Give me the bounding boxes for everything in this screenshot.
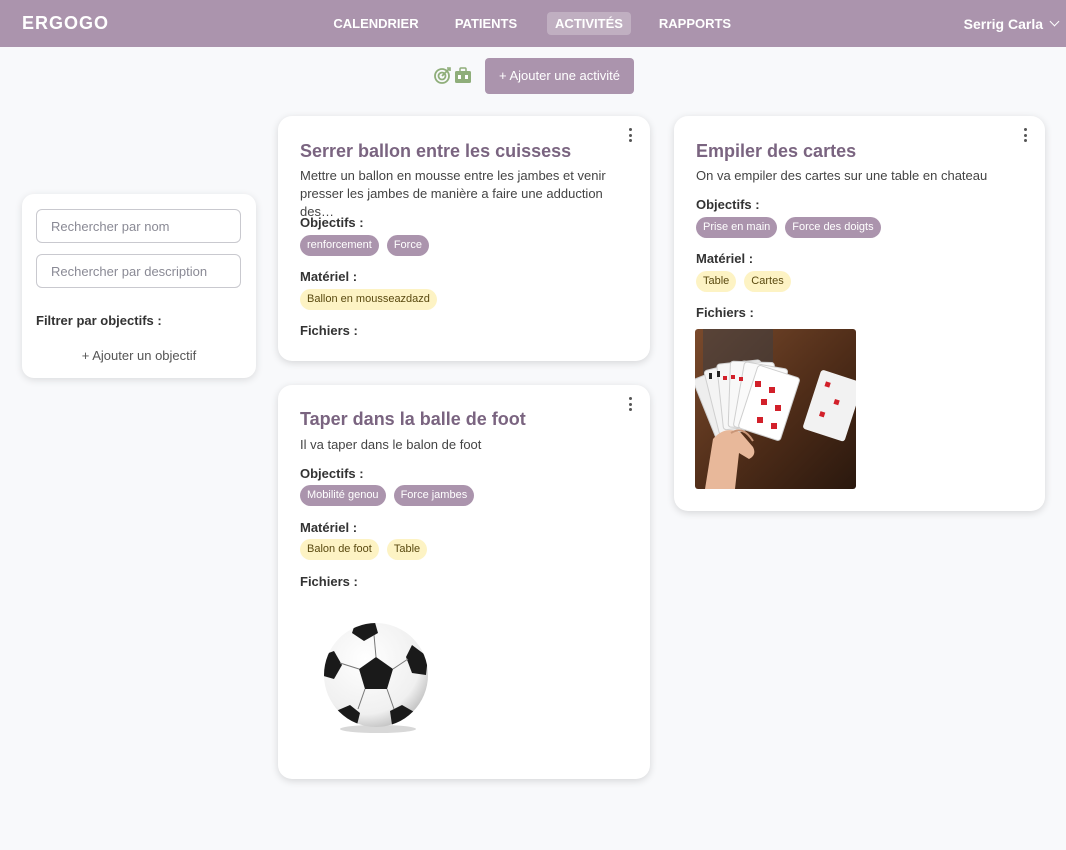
files-label: Fichiers : <box>696 305 754 320</box>
objectives-tags: Prise en main Force des doigts <box>696 217 881 238</box>
add-objective-button[interactable]: + Ajouter un objectif <box>22 348 256 363</box>
objectives-tags: Mobilité genou Force jambes <box>300 485 475 506</box>
material-tag: Ballon en mousseazdazd <box>300 289 437 310</box>
user-menu[interactable]: Serrig Carla <box>963 16 1060 32</box>
filter-sidebar: Filtrer par objectifs : + Ajouter un obj… <box>22 194 256 378</box>
soccer-ball-image[interactable] <box>316 617 436 737</box>
material-tag: Balon de foot <box>300 539 379 560</box>
search-by-name-input[interactable] <box>36 209 241 243</box>
activity-title: Taper dans la balle de foot <box>300 409 526 429</box>
more-options-icon[interactable] <box>1021 128 1029 142</box>
material-tags: Balon de foot Table <box>300 539 428 560</box>
user-name: Serrig Carla <box>963 16 1043 32</box>
top-navbar: ERGOGO CALENDRIER PATIENTS ACTIVITÉS RAP… <box>0 0 1066 47</box>
objectives-tags: renforcement Force <box>300 235 429 256</box>
objectives-label: Objectifs : <box>696 197 760 212</box>
filter-objectives-label: Filtrer par objectifs : <box>36 313 162 328</box>
nav-calendrier[interactable]: CALENDRIER <box>328 12 424 35</box>
search-by-description-input[interactable] <box>36 254 241 288</box>
toolbar-icons <box>434 66 472 89</box>
material-label: Matériel : <box>696 251 754 266</box>
objective-tag: Mobilité genou <box>300 485 386 506</box>
material-label: Matériel : <box>300 520 358 535</box>
chevron-down-icon <box>1049 16 1060 27</box>
material-tag: Table <box>386 539 428 560</box>
files-label: Fichiers : <box>300 323 358 338</box>
activity-description: Il va taper dans le balon de foot <box>300 437 482 452</box>
objective-tag: Force <box>386 235 429 256</box>
more-options-icon[interactable] <box>626 397 634 411</box>
playing-cards-image[interactable] <box>695 329 856 489</box>
activity-card[interactable]: Taper dans la balle de foot Il va taper … <box>278 385 650 779</box>
activity-title: Serrer ballon entre les cuissess <box>300 141 572 161</box>
activity-card[interactable]: Empiler des cartes On va empiler des car… <box>674 116 1045 511</box>
activity-description: Mettre un ballon en mousse entre les jam… <box>300 168 606 219</box>
activity-description: On va empiler des cartes sur une table e… <box>696 168 988 183</box>
add-activity-button[interactable]: + Ajouter une activité <box>485 58 634 94</box>
nav-patients[interactable]: PATIENTS <box>448 12 524 35</box>
objective-tag: renforcement <box>300 235 379 256</box>
material-tag: Table <box>696 271 737 292</box>
toolbox-icon[interactable] <box>454 66 472 89</box>
material-tags: Table Cartes <box>696 271 791 292</box>
nav-activites[interactable]: ACTIVITÉS <box>547 12 631 35</box>
more-options-icon[interactable] <box>626 128 634 142</box>
nav-rapports[interactable]: RAPPORTS <box>655 12 735 35</box>
objective-tag: Force des doigts <box>785 217 881 238</box>
material-tag: Cartes <box>744 271 791 292</box>
objective-tag: Prise en main <box>696 217 778 238</box>
activity-card[interactable]: Serrer ballon entre les cuissess Mettre … <box>278 116 650 361</box>
target-icon[interactable] <box>434 66 452 89</box>
objectives-label: Objectifs : <box>300 466 364 481</box>
objectives-label: Objectifs : <box>300 215 364 230</box>
activity-title: Empiler des cartes <box>696 141 857 161</box>
objective-tag: Force jambes <box>393 485 475 506</box>
app-brand[interactable]: ERGOGO <box>22 13 109 34</box>
material-tags: Ballon en mousseazdazd <box>300 289 437 310</box>
files-label: Fichiers : <box>300 574 358 589</box>
material-label: Matériel : <box>300 269 358 284</box>
